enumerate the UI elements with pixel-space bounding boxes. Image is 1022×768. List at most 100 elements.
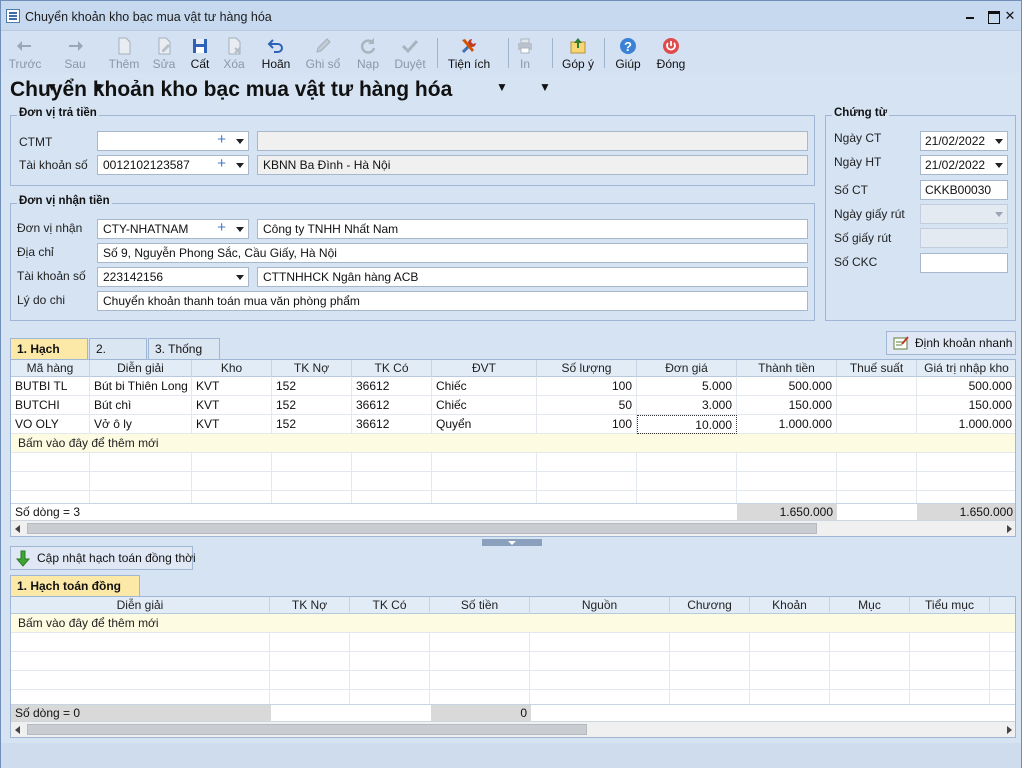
cell-don-gia[interactable]: 5.000 [637,377,737,396]
column-header-dien-giai[interactable]: Diễn giải [11,597,270,614]
cell-thue-suat[interactable] [837,396,917,415]
cell-ma-hang[interactable]: BUTBI TL [11,377,90,396]
scroll-right-icon[interactable] [1007,726,1012,734]
cell-dien-giai[interactable]: Vở ô ly [90,415,192,434]
voucher-number-field[interactable]: CKKB00030 [920,180,1008,200]
cell-thanh-tien[interactable]: 1.000.000 [737,415,837,434]
cell-kho[interactable]: KVT [192,396,272,415]
column-header-tk-no[interactable]: TK Nợ [270,597,350,614]
save-button[interactable]: Cất [185,34,215,72]
utilities-dropdown-icon[interactable]: ▼ [496,80,508,94]
ckc-number-field[interactable] [920,253,1008,273]
grid-horizontal-scrollbar[interactable] [11,721,1015,737]
column-header-tk-co[interactable]: TK Có [350,597,430,614]
address-field[interactable]: Số 9, Nguyễn Phong Sắc, Cầu Giấy, Hà Nội [97,243,808,263]
cell-so-luong[interactable]: 100 [537,415,637,434]
add-button[interactable]: Thêm [107,34,141,72]
cell-tk-co[interactable]: 36612 [352,415,432,434]
cell-dvt[interactable]: Chiếc [432,377,537,396]
cell-dvt[interactable]: Quyển [432,415,537,434]
utilities-button[interactable]: Tiện ích [445,34,493,72]
delete-button[interactable]: Xóa [219,34,249,72]
scroll-left-icon[interactable] [15,726,20,734]
add-new-row[interactable]: Bấm vào đây để thêm mới [11,614,1015,633]
cell-tk-no[interactable]: 152 [272,415,352,434]
cell-so-luong[interactable]: 100 [537,377,637,396]
cell-gia-tri-nhap-kho[interactable]: 500.000 [917,377,1015,396]
cell-ma-hang[interactable]: BUTCHI [11,396,90,415]
table-row[interactable]: VO OLY Vở ô ly KVT 152 36612 Quyển 100 10.000 1.… [11,415,1015,434]
cell-so-luong[interactable]: 50 [537,396,637,415]
add-icon[interactable]: + [217,132,226,149]
post-ledger-button[interactable]: Ghi sổ [303,34,343,72]
add-icon[interactable]: + [217,220,226,237]
column-header-ma-hang[interactable]: Mã hàng [11,360,90,377]
column-header-so-luong[interactable]: Số lượng [537,360,637,377]
reason-field[interactable]: Chuyển khoản thanh toán mua văn phòng ph… [97,291,808,311]
cell-gia-tri-nhap-kho[interactable]: 150.000 [917,396,1015,415]
next-button[interactable]: Sau [57,34,93,72]
edit-button[interactable]: Sửa [149,34,179,72]
dropdown-arrow-icon[interactable] [995,163,1003,168]
print-button[interactable]: In [513,34,537,72]
cell-tk-no[interactable]: 152 [272,377,352,396]
cell-ma-hang[interactable]: VO OLY [11,415,90,434]
cell-thanh-tien[interactable]: 150.000 [737,396,837,415]
postpone-button[interactable]: Hoãn [257,34,295,72]
ctmt-combo[interactable]: + [97,131,249,151]
cell-thanh-tien[interactable]: 500.000 [737,377,837,396]
tab-mlns[interactable]: 2. MLNS [89,338,147,376]
payer-account-combo[interactable]: 0012102123587 + [97,155,249,175]
cell-don-gia[interactable]: 3.000 [637,396,737,415]
payee-name-field[interactable]: Công ty TNHH Nhất Nam [257,219,808,239]
cell-kho[interactable]: KVT [192,415,272,434]
payee-combo[interactable]: CTY-NHATNAM + [97,219,249,239]
approve-button[interactable]: Duyệt [391,34,429,72]
column-header-dvt[interactable]: ĐVT [432,360,537,377]
cell-dien-giai[interactable]: Bút chì [90,396,192,415]
print-dropdown-icon[interactable]: ▼ [539,80,551,94]
column-header-nguon[interactable]: Nguồn [530,597,670,614]
cell-don-gia[interactable]: 10.000 [637,415,737,434]
tab-thong-ke[interactable]: 3. Thống kê [148,338,220,376]
table-row[interactable]: BUTBI TL Bút bi Thiên Long KVT 152 36612 Chiế… [11,377,1015,396]
close-window-button[interactable]: ✕ [1001,8,1019,24]
dropdown-arrow-icon[interactable] [236,163,244,168]
minimize-button[interactable] [961,8,979,24]
cell-dien-giai[interactable]: Bút bi Thiên Long [90,377,192,396]
scrollbar-thumb[interactable] [27,724,587,735]
cell-thue-suat[interactable] [837,377,917,396]
grid-horizontal-scrollbar[interactable] [11,520,1015,536]
column-header-chuong[interactable]: Chương [670,597,750,614]
voucher-date-picker[interactable]: 21/02/2022 [920,131,1008,151]
column-header-khoan[interactable]: Khoản [750,597,830,614]
add-new-row[interactable]: Bấm vào đây để thêm mới [11,434,1015,453]
column-header-don-gia[interactable]: Đơn giá [637,360,737,377]
table-row[interactable]: BUTCHI Bút chì KVT 152 36612 Chiếc 50 3.000 150.… [11,396,1015,415]
add-icon[interactable]: + [217,156,226,173]
cell-kho[interactable]: KVT [192,377,272,396]
tab-hach-toan-dong-thoi[interactable]: 1. Hạch toán đồng thời [10,575,140,613]
column-header-tk-no[interactable]: TK Nợ [272,360,352,377]
splitter-handle[interactable] [482,539,542,546]
dropdown-arrow-icon[interactable] [236,139,244,144]
column-header-gia-tri-nhap-kho[interactable]: Giá trị nhập kho [917,360,1015,377]
scroll-right-icon[interactable] [1007,525,1012,533]
close-form-button[interactable]: Đóng [653,34,689,72]
column-header-dien-giai[interactable]: Diễn giải [90,360,192,377]
column-header-tieu-muc[interactable]: Tiểu mục [910,597,990,614]
payee-account-combo[interactable]: 223142156 [97,267,249,287]
tab-hach-toan[interactable]: 1. Hạch toán [10,338,88,376]
payee-bank-field[interactable]: CTTNHHCK Ngân hàng ACB [257,267,808,287]
dropdown-arrow-icon[interactable] [236,275,244,280]
cell-tk-no[interactable]: 152 [272,396,352,415]
cell-tk-co[interactable]: 36612 [352,396,432,415]
dropdown-arrow-icon[interactable] [995,139,1003,144]
dropdown-arrow-icon[interactable] [236,227,244,232]
column-header-thanh-tien[interactable]: Thành tiền [737,360,837,377]
scrollbar-thumb[interactable] [27,523,817,534]
help-button[interactable]: ? Giúp [611,34,645,72]
withdrawal-date-picker[interactable] [920,204,1008,224]
quick-entry-button[interactable]: Định khoản nhanh [886,331,1016,355]
cell-gia-tri-nhap-kho[interactable]: 1.000.000 [917,415,1015,434]
